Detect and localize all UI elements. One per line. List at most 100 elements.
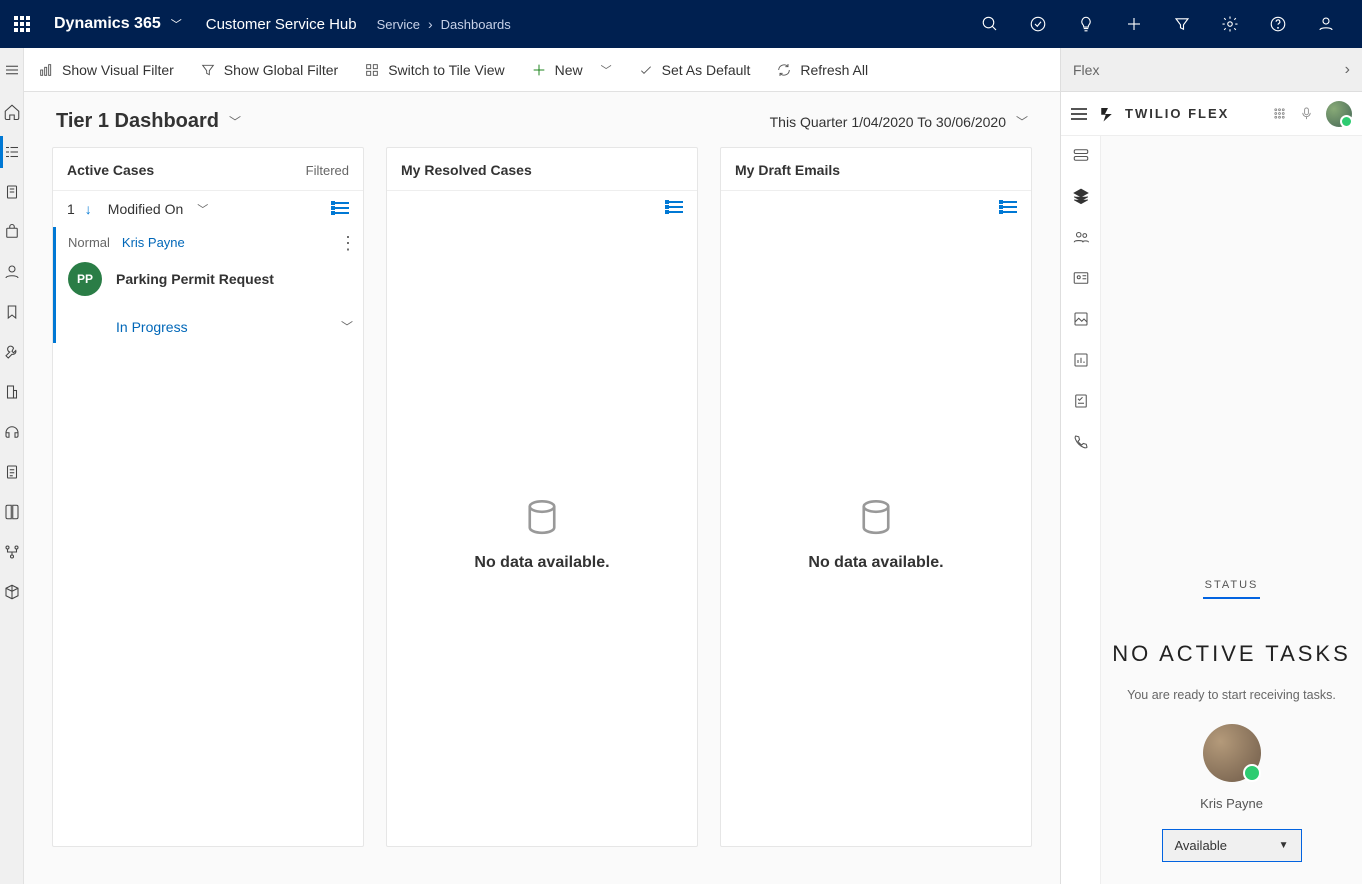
nav-building-icon[interactable] bbox=[0, 372, 23, 412]
case-status[interactable]: In Progress bbox=[116, 319, 188, 335]
breadcrumb-item[interactable]: Dashboards bbox=[441, 17, 511, 32]
label: Refresh All bbox=[800, 62, 868, 78]
flex-rail-people-icon[interactable] bbox=[1072, 228, 1090, 249]
microphone-icon[interactable] bbox=[1299, 106, 1314, 121]
dashboard-area: Tier 1 Dashboard ﹀ This Quarter 1/04/202… bbox=[24, 92, 1060, 884]
agent-avatar bbox=[1203, 724, 1261, 782]
help-icon[interactable] bbox=[1254, 0, 1302, 48]
view-toggle-icon[interactable] bbox=[331, 202, 349, 216]
task-check-icon[interactable] bbox=[1014, 0, 1062, 48]
command-bar: Show Visual Filter Show Global Filter Sw… bbox=[24, 48, 1060, 92]
nav-document-icon[interactable] bbox=[0, 452, 23, 492]
flex-rail-tasks-icon[interactable] bbox=[1072, 146, 1090, 167]
search-icon[interactable] bbox=[966, 0, 1014, 48]
active-cases-card: Active Cases Filtered 1 ↓ Modified On ﹀ bbox=[52, 147, 364, 847]
database-icon bbox=[521, 496, 563, 538]
flex-agent-status: STATUS NO ACTIVE TASKS You are ready to … bbox=[1101, 136, 1362, 884]
app-launcher-icon[interactable] bbox=[12, 14, 36, 34]
plus-icon[interactable] bbox=[1110, 0, 1158, 48]
case-avatar: PP bbox=[68, 262, 102, 296]
flex-rail-notes-icon[interactable] bbox=[1072, 392, 1090, 413]
flex-rail-chart-icon[interactable] bbox=[1072, 351, 1090, 372]
dashboard-title[interactable]: Tier 1 Dashboard bbox=[56, 110, 219, 133]
dialpad-icon[interactable] bbox=[1272, 106, 1287, 121]
gear-icon[interactable] bbox=[1206, 0, 1254, 48]
filter-icon[interactable] bbox=[1158, 0, 1206, 48]
case-priority: Normal bbox=[68, 235, 110, 250]
more-actions-icon[interactable]: ⋮ bbox=[339, 239, 353, 247]
twilio-flex-logo[interactable]: TWILIO FLEX bbox=[1099, 105, 1229, 123]
label: New bbox=[555, 62, 583, 78]
nav-bookmark-icon[interactable] bbox=[0, 292, 23, 332]
card-title: Active Cases bbox=[67, 162, 154, 178]
nav-hierarchy-icon[interactable] bbox=[0, 532, 23, 572]
expand-panel-icon[interactable]: › bbox=[1345, 61, 1350, 79]
lightbulb-icon[interactable] bbox=[1062, 0, 1110, 48]
new-button[interactable]: New ﹀ bbox=[527, 58, 616, 82]
nav-headset-icon[interactable] bbox=[0, 412, 23, 452]
refresh-all-button[interactable]: Refresh All bbox=[772, 58, 872, 82]
nav-activities-icon[interactable] bbox=[0, 172, 23, 212]
chevron-down-icon[interactable]: ﹀ bbox=[229, 113, 241, 130]
app-title[interactable]: Customer Service Hub bbox=[206, 16, 357, 33]
flex-topbar: TWILIO FLEX bbox=[1061, 92, 1362, 136]
date-range-label: This Quarter 1/04/2020 To 30/06/2020 bbox=[770, 114, 1006, 130]
nav-wrench-icon[interactable] bbox=[0, 332, 23, 372]
nav-cube-icon[interactable] bbox=[0, 572, 23, 612]
case-subject[interactable]: Parking Permit Request bbox=[116, 271, 274, 287]
chevron-down-icon: ﹀ bbox=[1016, 113, 1028, 130]
label: Set As Default bbox=[662, 62, 751, 78]
filtered-badge: Filtered bbox=[306, 163, 349, 178]
card-title: My Resolved Cases bbox=[401, 162, 532, 178]
sort-direction-icon[interactable]: ↓ bbox=[85, 201, 92, 217]
case-list-item[interactable]: Normal Kris Payne ⋮ PP Parking Permit Re… bbox=[53, 227, 363, 343]
sort-field[interactable]: Modified On bbox=[108, 201, 183, 217]
view-toggle-icon[interactable] bbox=[665, 201, 683, 215]
brand-name[interactable]: Dynamics 365 bbox=[54, 15, 161, 33]
date-range-selector[interactable]: This Quarter 1/04/2020 To 30/06/2020 ﹀ bbox=[770, 113, 1028, 130]
nav-book-icon[interactable] bbox=[0, 492, 23, 532]
flex-rail-phone-icon[interactable] bbox=[1072, 433, 1090, 454]
nav-collapse-icon[interactable] bbox=[0, 48, 23, 92]
no-tasks-heading: NO ACTIVE TASKS bbox=[1112, 637, 1351, 670]
set-default-button[interactable]: Set As Default bbox=[634, 58, 755, 82]
database-icon bbox=[855, 496, 897, 538]
case-assignee[interactable]: Kris Payne bbox=[122, 235, 185, 250]
view-toggle-icon[interactable] bbox=[999, 201, 1017, 215]
site-nav-rail bbox=[0, 48, 24, 884]
flex-side-rail bbox=[1061, 136, 1101, 884]
chevron-down-icon: ﹀ bbox=[601, 62, 612, 78]
chevron-down-icon[interactable]: ﹀ bbox=[197, 201, 208, 217]
show-visual-filter-button[interactable]: Show Visual Filter bbox=[34, 58, 178, 82]
empty-state: No data available. bbox=[721, 221, 1031, 846]
flex-menu-icon[interactable] bbox=[1071, 108, 1087, 120]
breadcrumb-item[interactable]: Service bbox=[377, 17, 420, 32]
global-actions bbox=[966, 0, 1350, 48]
show-global-filter-button[interactable]: Show Global Filter bbox=[196, 58, 342, 82]
draft-emails-card: My Draft Emails No data available. bbox=[720, 147, 1032, 847]
flex-rail-image-icon[interactable] bbox=[1072, 310, 1090, 331]
nav-dashboards-icon[interactable] bbox=[0, 132, 23, 172]
chevron-down-icon[interactable]: ﹀ bbox=[341, 318, 353, 335]
dropdown-arrow-icon: ▼ bbox=[1279, 840, 1289, 851]
flex-panel-header: Flex › bbox=[1060, 48, 1362, 92]
switch-tile-view-button[interactable]: Switch to Tile View bbox=[360, 58, 508, 82]
profile-icon[interactable] bbox=[1302, 0, 1350, 48]
brand-chevron-icon[interactable]: ﹀ bbox=[171, 16, 182, 32]
flex-user-avatar[interactable] bbox=[1326, 101, 1352, 127]
label: Switch to Tile View bbox=[388, 62, 504, 78]
label: Show Visual Filter bbox=[62, 62, 174, 78]
nav-home-icon[interactable] bbox=[0, 92, 23, 132]
availability-selector[interactable]: Available ▼ bbox=[1162, 829, 1302, 862]
global-topbar: Dynamics 365 ﹀ Customer Service Hub Serv… bbox=[0, 0, 1362, 48]
flex-logo-icon bbox=[1099, 105, 1117, 123]
nav-accounts-icon[interactable] bbox=[0, 252, 23, 292]
label: Show Global Filter bbox=[224, 62, 338, 78]
chevron-right-icon: › bbox=[428, 16, 433, 32]
flex-rail-profile-card-icon[interactable] bbox=[1072, 269, 1090, 290]
nav-cases-icon[interactable] bbox=[0, 212, 23, 252]
ready-message: You are ready to start receiving tasks. bbox=[1127, 688, 1336, 702]
flex-rail-layers-icon[interactable] bbox=[1072, 187, 1090, 208]
card-title: My Draft Emails bbox=[735, 162, 840, 178]
resolved-cases-card: My Resolved Cases No data available. bbox=[386, 147, 698, 847]
